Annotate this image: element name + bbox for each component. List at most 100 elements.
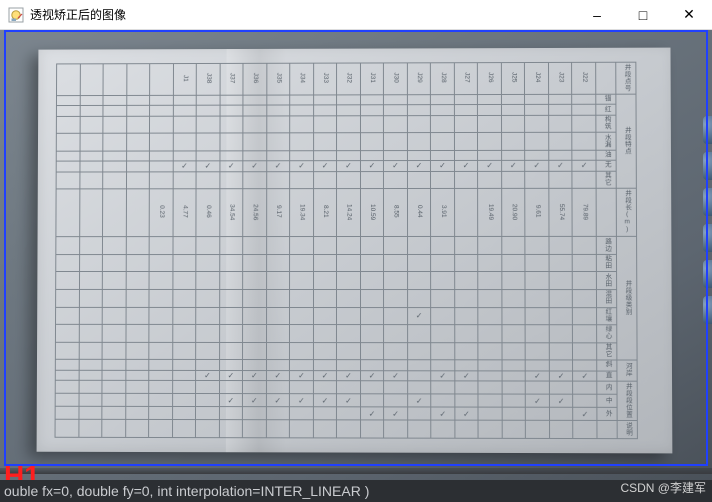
- cell-feature: [525, 133, 549, 151]
- cell-feature: ✓: [196, 161, 219, 171]
- cell-bank: [172, 360, 195, 370]
- cell-feature: [407, 95, 431, 105]
- cell-id: J32: [337, 63, 360, 95]
- cell-category: [290, 272, 314, 290]
- cell-feature: [126, 95, 149, 105]
- cell-feature: [407, 133, 431, 151]
- cell-feature: [79, 161, 102, 171]
- cell-category: [431, 237, 455, 255]
- cell-category: [384, 237, 408, 255]
- cell-category: [173, 254, 196, 272]
- cell-id: [57, 64, 80, 96]
- cell-category: [455, 342, 479, 360]
- cell-feature: [243, 116, 266, 134]
- cell-position: [407, 407, 431, 420]
- sub-header-category: 粘田: [596, 254, 616, 272]
- cell-category: [407, 290, 431, 308]
- document-paper: J1J38J37J36J35J34J33J32J31J30J29J28J27J2…: [37, 48, 673, 454]
- cell-notes: [478, 420, 502, 438]
- cell-bank: [337, 360, 361, 370]
- cell-id: J37: [220, 63, 243, 95]
- cell-feature: [149, 133, 172, 151]
- cell-category: [102, 272, 125, 290]
- cell-category: [384, 254, 408, 272]
- cell-category: [360, 272, 384, 290]
- cell-feature: ✓: [313, 161, 336, 171]
- cell-category: [243, 254, 266, 272]
- cell-bank: ✓: [337, 370, 361, 380]
- cell-id: [150, 64, 173, 96]
- cell-feature: [220, 151, 243, 161]
- cell-feature: [79, 172, 102, 190]
- titlebar[interactable]: 透视矫正后的图像 – □ ✕: [0, 0, 712, 30]
- cell-bank: [313, 360, 337, 370]
- cell-feature: [572, 171, 596, 189]
- cell-category: [407, 342, 431, 360]
- cell-position: ✓: [407, 394, 431, 407]
- cell-feature: [548, 105, 572, 115]
- cell-bank: [407, 370, 431, 380]
- cell-feature: [103, 106, 126, 116]
- cell-feature: ✓: [478, 161, 502, 171]
- table-wrap: J1J38J37J36J35J34J33J32J31J30J29J28J27J2…: [55, 62, 638, 439]
- cell-feature: [173, 106, 196, 116]
- cell-notes: [407, 420, 431, 438]
- cell-feature: [220, 116, 243, 134]
- cell-category: [243, 272, 266, 290]
- cell-position: [431, 381, 455, 394]
- cell-position: ✓: [243, 394, 267, 407]
- minimize-button[interactable]: –: [574, 0, 620, 30]
- cell-bank: [360, 360, 384, 370]
- image-viewport[interactable]: J1J38J37J36J35J34J33J32J31J30J29J28J27J2…: [0, 30, 712, 502]
- table-row: 内井段段位置: [55, 380, 637, 394]
- cell-category: [102, 237, 125, 255]
- cell-category: [290, 289, 314, 307]
- cell-category: [243, 237, 266, 255]
- cell-id: [126, 64, 149, 96]
- cell-feature: [56, 106, 79, 116]
- cell-feature: [360, 105, 383, 115]
- maximize-button[interactable]: □: [620, 0, 666, 30]
- cell-notes: [549, 421, 573, 439]
- cell-position: [219, 381, 242, 394]
- cell-feature: ✓: [337, 161, 360, 171]
- cell-feature: [290, 151, 313, 161]
- cell-category: [149, 342, 172, 360]
- cell-category: [290, 237, 313, 255]
- cell-feature: [525, 105, 549, 115]
- table-row: ✓✓✓✓✓外: [55, 406, 637, 420]
- cell-category: [478, 325, 502, 343]
- cell-bank: [79, 370, 102, 380]
- cell-feature: [196, 116, 219, 134]
- cell-distance: [103, 189, 127, 237]
- cell-feature: [454, 133, 478, 151]
- cell-feature: [431, 171, 455, 189]
- close-button[interactable]: ✕: [666, 0, 712, 30]
- cell-category: [407, 237, 431, 255]
- cell-feature: [80, 134, 103, 151]
- cell-feature: [266, 95, 289, 105]
- cell-feature: [501, 171, 525, 189]
- cell-position: ✓: [549, 394, 573, 407]
- cell-category: [79, 342, 102, 360]
- cell-category: [502, 325, 526, 343]
- cell-bank: [149, 360, 172, 370]
- cell-feature: [103, 172, 126, 190]
- cell-position: [337, 381, 361, 394]
- cell-bank: ✓: [431, 370, 455, 380]
- cell-category: [172, 342, 195, 360]
- cell-category: [337, 237, 361, 255]
- sub-header-feature: 红: [596, 105, 616, 115]
- cell-category: [196, 254, 219, 272]
- cell-position: [384, 394, 408, 407]
- cell-feature: [243, 171, 266, 189]
- table-row: 混田: [56, 289, 637, 307]
- cell-category: [384, 290, 408, 308]
- cell-feature: [407, 150, 431, 160]
- cell-bank: ✓: [455, 370, 479, 380]
- cell-category: [172, 325, 195, 343]
- cell-id: J34: [290, 63, 313, 95]
- cell-category: [243, 325, 266, 343]
- cell-feature: [126, 171, 149, 189]
- cell-position: [266, 381, 290, 394]
